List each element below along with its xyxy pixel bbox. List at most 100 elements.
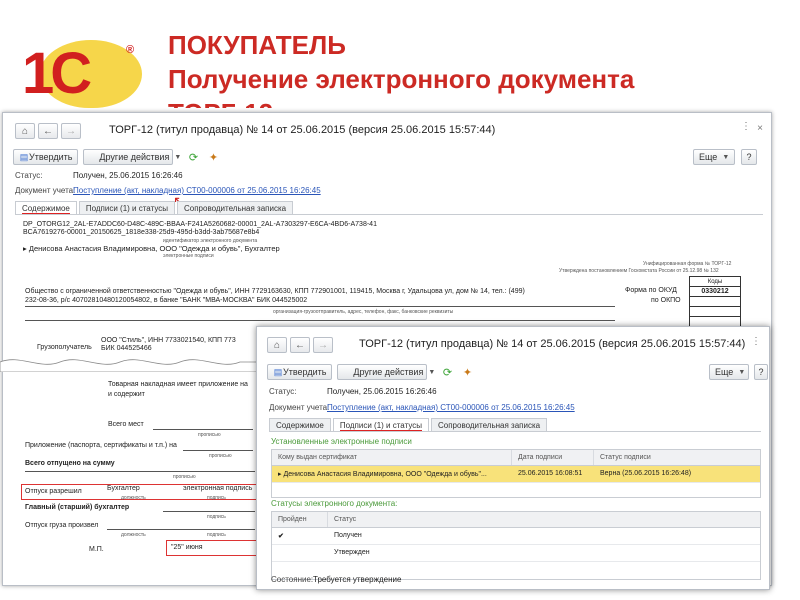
1c-logo: 1С ® — [22, 40, 142, 108]
more-button-label: Еще — [715, 367, 734, 377]
status-value: Получен, 25.06.2015 16:26:46 — [327, 387, 437, 396]
signature-caption-3: подпись — [207, 532, 226, 538]
code-cell — [689, 316, 741, 327]
slide-title-line1: ПОКУПАТЕЛЬ — [168, 30, 346, 60]
signatures-window-front: ⌂ ← → ТОРГ-12 (титул продавца) № 14 от 2… — [256, 326, 770, 590]
org-underline — [25, 306, 615, 307]
org-caption: организация-грузоотправитель, адрес, тел… — [273, 309, 454, 315]
tab-divider — [15, 214, 763, 215]
logo-text: 1С — [22, 41, 92, 106]
consignee-value: ООО "Стиль", ИНН 7733021540, КПП 773 — [101, 337, 236, 344]
signer-arrow-icon: ▸ — [23, 244, 27, 253]
doc-id-line1: DP_OTORG12_2AL-E7ADDC60-D48C-489C-BBAA-F… — [23, 221, 377, 228]
tab-content[interactable]: Содержимое — [15, 201, 77, 215]
doc-signer-text: Денисова Анастасия Владимировна, ООО "Од… — [28, 244, 280, 253]
table-row-empty — [272, 483, 760, 497]
release-permit-label: Отпуск разрешил — [25, 488, 82, 495]
total-places: Всего мест — [108, 421, 144, 428]
signatures-table: Кому выдан сертификат Дата подписи Стату… — [271, 449, 761, 498]
help-button[interactable]: ? — [754, 364, 768, 380]
tab-signatures[interactable]: Подписи (1) и статусы — [332, 418, 429, 432]
accounting-doc-label: Документ учета: — [269, 403, 330, 412]
more-button[interactable]: Еще ▼ — [693, 149, 735, 165]
status-label: Статус: — [15, 171, 43, 180]
forward-arrow-icon[interactable]: → — [313, 337, 333, 353]
window-title: ТОРГ-12 (титул продавца) № 14 от 25.06.2… — [359, 338, 746, 350]
close-icon[interactable]: × — [757, 123, 763, 134]
chevron-down-icon: ▼ — [722, 153, 730, 161]
more-button-label: Еще — [699, 152, 718, 162]
approve-button[interactable]: ▤ Утвердить — [267, 364, 333, 380]
torn-edge — [0, 359, 262, 372]
org-line1: Общество с ограниченной ответственностью… — [25, 288, 525, 295]
other-actions-button[interactable]: Другие действия ▼ — [337, 364, 435, 380]
slide-title: ПОКУПАТЕЛЬ Получение электронного докуме… — [168, 28, 768, 108]
approve-button[interactable]: ▤ Утвердить — [13, 149, 79, 165]
accounting-doc-link[interactable]: Поступление (акт, накладная) СТ00-000006… — [327, 403, 575, 412]
approve-icon: ▤ — [19, 151, 29, 162]
col-sign-status[interactable]: Статус подписи — [594, 450, 760, 465]
okud-label: Форма по ОКУД — [625, 287, 677, 294]
position-caption: должность — [121, 495, 146, 501]
doc-signer: ▸ Денисова Анастасия Владимировна, ООО "… — [23, 244, 280, 253]
more-button[interactable]: Еще ▼ — [709, 364, 749, 380]
help-button[interactable]: ? — [741, 149, 757, 165]
tab-divider — [269, 431, 761, 432]
okpo-code — [689, 296, 741, 307]
code-cell — [689, 306, 741, 317]
back-arrow-icon[interactable]: ← — [38, 123, 58, 139]
cell-passed — [272, 545, 328, 561]
back-arrow-icon[interactable]: ← — [290, 337, 310, 353]
slide-title-line2: Получение электронного документа — [168, 64, 635, 94]
signatures-table-header: Кому выдан сертификат Дата подписи Стату… — [272, 450, 760, 466]
in-words-caption-3: прописью — [173, 474, 196, 480]
home-icon[interactable]: ⌂ — [15, 123, 35, 139]
appendix-2: Приложение (паспорта, сертификаты и т.п.… — [25, 442, 177, 449]
refresh-icon[interactable]: ⟳ — [439, 364, 455, 380]
doc-id-line2: BCA7619276-00001_20150625_1818e338-25d9-… — [23, 229, 260, 236]
cell-status: Верна (25.06.2015 16:26:48) — [600, 470, 692, 477]
stamp-label: М.П. — [89, 546, 104, 553]
approve-button-label: Утвердить — [283, 367, 327, 377]
accounting-doc-link[interactable]: Поступление (акт, накладная) СТ00-000006… — [73, 186, 321, 195]
tab-content[interactable]: Содержимое — [269, 418, 331, 432]
approve-button-label: Утвердить — [29, 152, 73, 162]
statuses-table-header: Пройден Статус — [272, 512, 760, 528]
in-words-caption: прописью — [198, 432, 221, 438]
window-title: ТОРГ-12 (титул продавца) № 14 от 25.06.2… — [109, 124, 496, 136]
line — [163, 511, 255, 512]
col-passed[interactable]: Пройден — [272, 512, 328, 527]
okud-code: 0330212 — [689, 286, 741, 297]
other-actions-button[interactable]: Другие действия ▼ — [83, 149, 181, 165]
state-value: Требуется утверждение — [313, 575, 402, 584]
signature-caption-2: подпись — [207, 514, 226, 520]
menu-dots-icon[interactable]: ⋮ — [741, 121, 751, 132]
org-line2: 232-08-36, р/с 40702810480120054802, в б… — [25, 297, 308, 304]
forward-arrow-icon[interactable]: → — [61, 123, 81, 139]
col-sign-date[interactable]: Дата подписи — [512, 450, 594, 465]
signature-caption: подпись — [207, 495, 226, 501]
statuses-group-title: Статусы электронного документа: — [271, 499, 398, 508]
tab-cover-note[interactable]: Сопроводительная записка — [176, 201, 294, 215]
col-certificate-owner[interactable]: Кому выдан сертификат — [272, 450, 512, 465]
slide-title-line3: ТОРГ-12 — [168, 96, 768, 108]
signatures-group-title: Установленные электронные подписи — [271, 437, 412, 446]
table-row[interactable]: ▸ Денисова Анастасия Владимировна, ООО "… — [272, 466, 760, 483]
tools-icon[interactable]: ✦ — [205, 149, 221, 165]
refresh-icon[interactable]: ⟳ — [185, 149, 201, 165]
menu-dots-icon[interactable]: ⋮ — [751, 336, 761, 347]
statuses-table: Пройден Статус ✔ Получен Утвержден — [271, 511, 761, 580]
cell-date: 25.06.2015 16:08:51 — [518, 470, 583, 477]
table-row[interactable]: ✔ Получен — [272, 528, 760, 545]
other-actions-label: Другие действия — [353, 367, 424, 377]
tab-cover-note[interactable]: Сопроводительная записка — [430, 418, 548, 432]
logo-registered-mark: ® — [126, 44, 135, 56]
status-value: Получен, 25.06.2015 16:26:46 — [73, 171, 183, 180]
okpo-label: по ОКПО — [651, 297, 681, 304]
tools-icon[interactable]: ✦ — [459, 364, 475, 380]
table-row[interactable]: Утвержден — [272, 545, 760, 562]
tab-signatures[interactable]: Подписи (1) и статусы — [78, 201, 175, 215]
state-label: Состояние: — [271, 575, 314, 584]
home-icon[interactable]: ⌂ — [267, 337, 287, 353]
col-status[interactable]: Статус — [328, 512, 760, 527]
